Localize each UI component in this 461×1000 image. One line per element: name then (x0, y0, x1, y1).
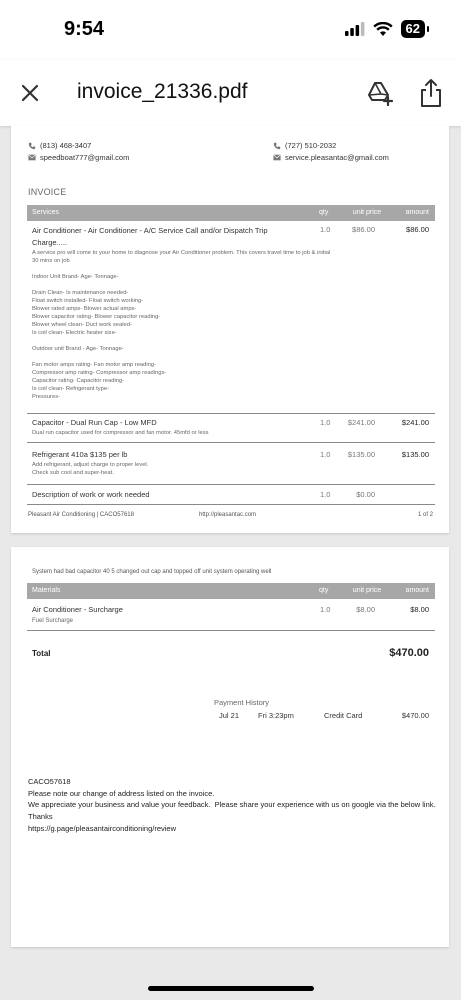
pdf-page-1: (813) 468-3407 speedboat777@gmail.com (7… (11, 126, 449, 533)
service-note: System had bad capacitor 40 5 changed ou… (32, 569, 272, 575)
phone-icon (28, 142, 36, 149)
payment-method: Credit Card (324, 711, 363, 720)
add-to-drive-icon[interactable] (366, 80, 394, 106)
amount-column-header: amount (405, 209, 429, 216)
total-value: $470.00 (389, 647, 429, 659)
phone-icon (273, 142, 281, 149)
line-item-unit-price: $0.00 (356, 490, 375, 499)
material-unit-price: $8.00 (356, 605, 375, 614)
services-column-header: Services (32, 209, 59, 216)
material-title: Air Conditioner - Surcharge (32, 605, 123, 614)
material-amount: $8.00 (410, 605, 429, 614)
payment-date: Jul 21 (219, 711, 240, 720)
closing-note: CACO57618 Please note our change of addr… (28, 777, 436, 833)
line-item-qty: 1.0 (320, 418, 331, 427)
line-item-description: Dual run capacitor used for compressor a… (32, 430, 209, 436)
payment-time: Fri 3:23pm (258, 711, 294, 720)
line-item-amount: $86.00 (406, 225, 429, 234)
company-phone-left: (813) 468-3407 (28, 141, 91, 150)
line-item-amount: $135.00 (401, 450, 429, 459)
materials-column-header: Materials (32, 587, 61, 594)
status-icons: 62 (344, 20, 430, 38)
document-title: invoice_21336.pdf (77, 80, 248, 103)
line-item-title: Refrigerant 410a $135 per lb (32, 450, 128, 459)
line-item-qty: 1.0 (320, 450, 331, 459)
wifi-icon (372, 21, 393, 36)
row-divider (27, 442, 435, 443)
qty-column-header: qty (319, 209, 329, 216)
amount-column-header: amount (405, 587, 429, 594)
phone-number: (727) 510-2032 (285, 141, 337, 150)
total-label: Total (32, 649, 51, 658)
line-item-unit-price: $241.00 (347, 418, 375, 427)
home-indicator (148, 986, 314, 991)
line-item-title: Description of work or work needed (32, 490, 150, 499)
footer-url[interactable]: http://pleasantac.com (199, 512, 256, 518)
payment-amount: $470.00 (401, 711, 429, 720)
pdf-page-2: System had bad capacitor 40 5 changed ou… (11, 547, 449, 947)
line-item-title: Capacitor - Dual Run Cap - Low MFD (32, 418, 157, 427)
line-item-description: A service pro will come to your home to … (32, 250, 331, 400)
line-item-title: Air Conditioner - Air Conditioner - A/C … (32, 226, 268, 247)
row-divider (27, 630, 435, 631)
unit-price-column-header: unit price (352, 587, 382, 594)
material-qty: 1.0 (320, 605, 331, 614)
line-item-unit-price: $135.00 (347, 450, 375, 459)
payment-history-title: Payment History (214, 698, 270, 707)
email-address: service.pleasantac@gmail.com (285, 153, 389, 162)
company-email-right: service.pleasantac@gmail.com (273, 153, 389, 162)
row-divider (27, 484, 435, 485)
material-subtitle: Fuel Surcharge (32, 618, 74, 624)
row-divider (27, 413, 435, 414)
company-email-left: speedboat777@gmail.com (28, 153, 129, 162)
footer-company: Pleasant Air Conditioning | CACO57618 (28, 512, 134, 518)
services-header: Services qty unit price amount (27, 205, 435, 221)
email-address: speedboat777@gmail.com (40, 153, 130, 162)
qty-column-header: qty (319, 587, 329, 594)
company-phone-right: (727) 510-2032 (273, 141, 336, 150)
phone-number: (813) 468-3407 (40, 141, 92, 150)
invoice-heading: INVOICE (28, 187, 67, 197)
email-icon (273, 154, 281, 161)
status-bar: 9:54 62 (0, 0, 461, 60)
line-item-qty: 1.0 (320, 225, 331, 234)
line-item-unit-price: $86.00 (352, 225, 375, 234)
pdf-viewer-toolbar: invoice_21336.pdf (0, 60, 461, 126)
cellular-signal-icon (344, 22, 364, 36)
email-icon (28, 154, 36, 161)
line-item-description: Add refrigerant, adjust charge to proper… (32, 462, 149, 476)
battery-indicator: 62 (400, 20, 430, 38)
line-item-amount: $241.00 (401, 418, 429, 427)
status-time: 9:54 (64, 18, 105, 40)
unit-price-column-header: unit price (352, 209, 382, 216)
close-icon[interactable] (18, 81, 42, 105)
line-item-qty: 1.0 (320, 490, 331, 499)
footer-page-number: 1 of 2 (417, 512, 433, 518)
share-icon[interactable] (418, 78, 444, 108)
materials-header: Materials qty unit price amount (27, 583, 435, 599)
row-divider (27, 504, 435, 505)
